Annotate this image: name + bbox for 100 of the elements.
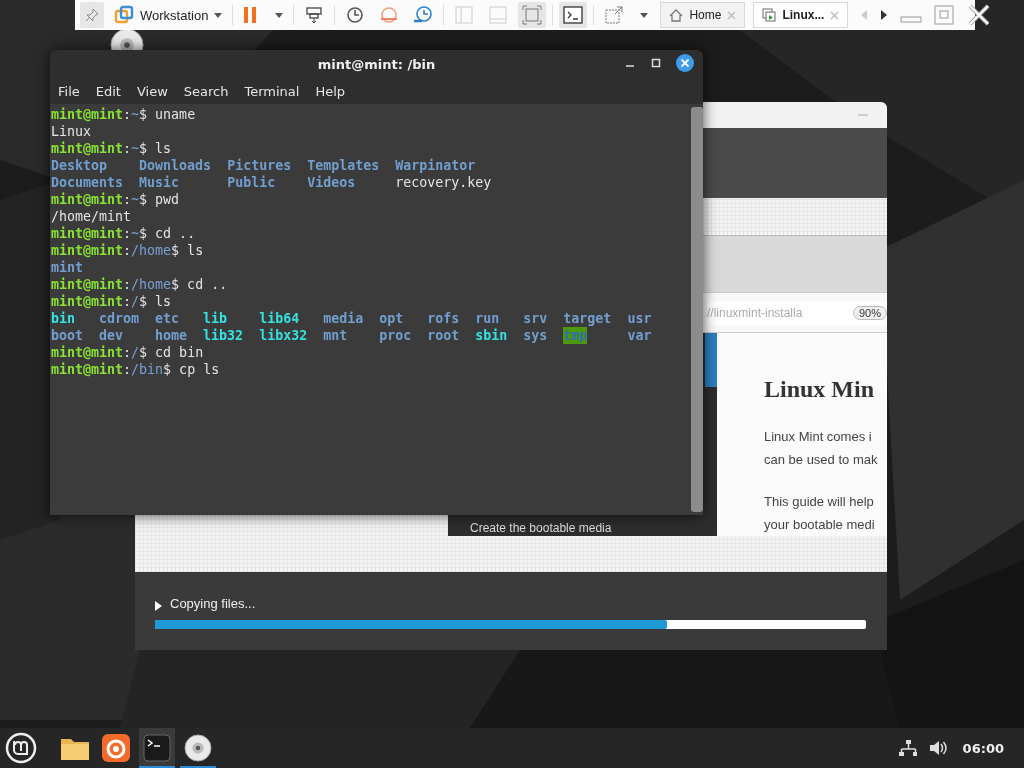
console-icon [563, 5, 584, 25]
scrollbar-thumb[interactable] [691, 107, 703, 512]
maximize-icon[interactable] [650, 57, 662, 69]
prompt-path: / [131, 294, 140, 309]
directory-name: proc [379, 327, 412, 344]
prompt-user: mint@mint [51, 345, 124, 360]
link-name: sbin [475, 327, 508, 344]
pin-icon [84, 7, 100, 23]
directory-name: root [427, 327, 460, 344]
expander-icon[interactable] [155, 601, 162, 611]
directory-name: home [155, 327, 188, 344]
prompt-path: ~ [131, 226, 140, 241]
directory-name: media [323, 310, 364, 327]
terminal-text: : [123, 141, 132, 156]
article-heading: Linux Min [764, 375, 876, 403]
prompt-user: mint@mint [51, 294, 124, 309]
terminal-text: $ cd .. [171, 277, 228, 292]
network-icon[interactable] [898, 740, 917, 756]
directory-name: Warpinator [395, 157, 476, 174]
home-icon [669, 8, 684, 22]
terminal-text: $ cp ls [163, 362, 220, 377]
tab[interactable]: Linux... [753, 2, 849, 28]
link-name: lib64 [259, 310, 300, 327]
clock[interactable]: 06:00 [962, 740, 1004, 756]
article-paragraph: This guide will help your bootable medi [764, 493, 876, 534]
menu-item[interactable]: Terminal [237, 83, 309, 99]
terminal-text: $ cd .. [139, 226, 196, 241]
logo-icon [114, 5, 134, 25]
directory-name: Public [227, 174, 276, 191]
menu-item[interactable]: Search [176, 83, 238, 99]
terminal-text: : [123, 192, 132, 207]
caret-icon [640, 12, 649, 18]
terminal-text: $ ls [139, 141, 172, 156]
directory-name: srv [523, 310, 548, 327]
prompt-path: /home [131, 243, 172, 258]
prompt-user: mint@mint [51, 226, 124, 241]
terminal-text: Linux [51, 124, 92, 139]
terminal-text: $ ls [171, 243, 204, 258]
prompt-path: ~ [131, 141, 140, 156]
terminal-icon [143, 734, 171, 762]
workstation-menu[interactable]: Workstation [110, 2, 227, 28]
directory-name: Documents [51, 174, 124, 191]
address-bar[interactable]: //linuxmint-installa 90% [707, 300, 887, 325]
mint-logo-icon [5, 732, 37, 764]
link-name: lib [203, 310, 228, 327]
menu-item[interactable]: Edit [88, 83, 130, 99]
stretch-icon [604, 5, 625, 25]
prompt-path: ~ [131, 192, 140, 207]
directory-name: cdrom [99, 310, 140, 327]
prompt-user: mint@mint [51, 192, 124, 207]
prompt-user: mint@mint [51, 141, 124, 156]
full-screen-icon [522, 5, 543, 25]
directory-name: Templates [307, 157, 380, 174]
prompt-path: /bin [131, 362, 164, 377]
right-arrow-icon[interactable] [880, 10, 889, 20]
terminal-text: : [123, 243, 132, 258]
directory-name: Music [139, 174, 180, 191]
menu-item[interactable]: View [129, 83, 177, 99]
caret-icon [214, 12, 223, 18]
terminal-text: : [123, 362, 132, 377]
directory-name: dev [99, 327, 124, 344]
pin-button[interactable] [80, 2, 104, 28]
vm-icon [762, 8, 777, 22]
directory-name: Videos [307, 174, 356, 191]
prompt-user: mint@mint [51, 243, 124, 258]
caption-text: Create the bootable media [469, 521, 613, 536]
console-button[interactable] [559, 2, 588, 28]
terminal-text: : [123, 345, 132, 360]
directory-name: mint [51, 260, 84, 275]
directory-name: Desktop [51, 157, 108, 174]
prompt-user: mint@mint [51, 362, 124, 377]
terminal-text: $ uname [139, 107, 196, 122]
close-icon[interactable] [676, 54, 694, 72]
window-title: mint@mint: /bin [317, 56, 436, 72]
disc-icon [184, 734, 212, 762]
directory-name: tmp [563, 327, 588, 344]
pause-icon [243, 6, 258, 24]
directory-name: Pictures [227, 157, 292, 174]
directory-name: boot [51, 327, 84, 344]
terminal-text: : [123, 226, 132, 241]
zoom-level[interactable]: 90% [852, 305, 887, 320]
directory-name: var [627, 327, 652, 344]
terminal-text: : [123, 277, 132, 292]
volume-icon[interactable] [928, 740, 947, 756]
directory-name: target [563, 310, 612, 327]
terminal-text: $ ls [139, 294, 172, 309]
link-name: libx32 [259, 327, 308, 344]
prompt-path: ~ [131, 107, 140, 122]
tab[interactable]: Home [660, 2, 746, 28]
directory-name: rofs [427, 310, 460, 327]
panel-icon [454, 5, 475, 25]
prompt-path: / [131, 345, 140, 360]
menu-item[interactable]: File [51, 83, 89, 99]
menu-item[interactable]: Help [308, 83, 355, 99]
close-icon[interactable] [968, 4, 991, 26]
url-text: //linuxmint-installa [707, 305, 804, 320]
prompt-user: mint@mint [51, 277, 124, 292]
terminal-text: : [123, 294, 132, 309]
directory-name: Downloads [139, 157, 212, 174]
directory-name: sys [523, 327, 548, 344]
